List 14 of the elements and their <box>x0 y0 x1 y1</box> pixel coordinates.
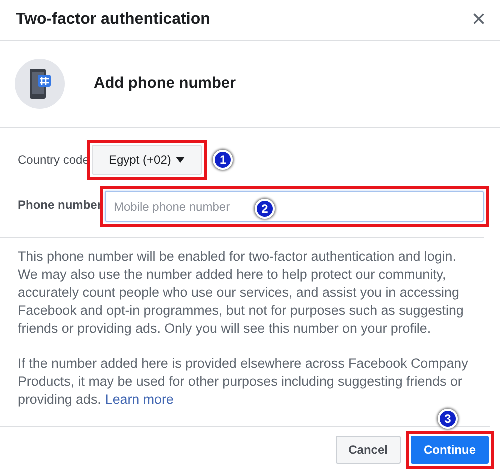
step-marker: 3 <box>438 409 458 429</box>
dialog-title: Two-factor authentication <box>16 11 210 29</box>
learn-more-link[interactable]: Learn more <box>105 392 174 407</box>
caret-icon <box>176 157 186 163</box>
info-paragraph: If the number added here is provided elsewhere across Facebook Company Products, it may be used for other purposes including suggesting friends or providing ads. Learn more <box>18 355 470 409</box>
country-dropdown[interactable]: Egypt (+02) <box>92 145 202 175</box>
phone-icon <box>15 59 65 109</box>
info-paragraph: This phone number will be enabled for two-factor authentication and login. We may also use the number added here to help protect our community, accurately count people who use our services, and assist you in accessing Facebook and opt-in programmes, but not for purposes such as suggesting friends or providing ads. Only you will see this number on your profile. <box>18 248 465 338</box>
step-marker: 1 <box>213 150 234 170</box>
section-title: Add phone number <box>94 75 236 93</box>
continue-button[interactable]: Continue <box>411 436 489 464</box>
cancel-button[interactable]: Cancel <box>336 436 401 464</box>
close-button[interactable]: × <box>472 8 486 32</box>
field-label: Phone number <box>18 198 100 212</box>
